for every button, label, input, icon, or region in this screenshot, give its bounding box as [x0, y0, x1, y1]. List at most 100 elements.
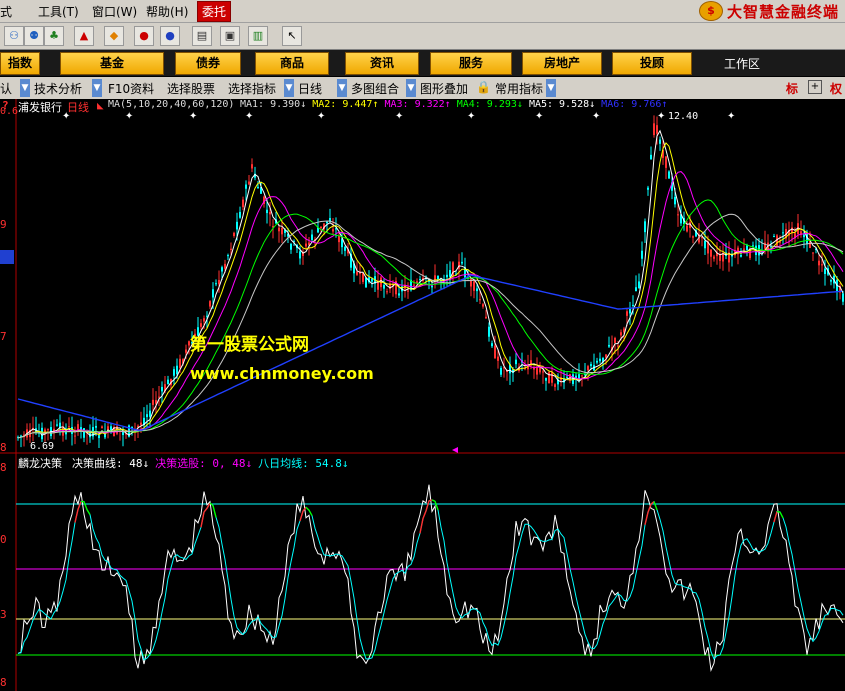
brand: $ 大智慧金融终端	[698, 0, 839, 22]
tech-analysis-item[interactable]: 技术分析	[34, 80, 82, 97]
books-icon[interactable]: ▥	[248, 26, 268, 46]
candle-body	[224, 263, 226, 269]
candle-body	[608, 344, 610, 347]
event-marker: ✦	[535, 111, 543, 122]
f10-item[interactable]: F10资料	[108, 80, 154, 97]
blue-badge-icon[interactable]: ●	[160, 26, 180, 46]
dropdown-arrow-icon[interactable]: ▼	[406, 79, 416, 97]
dropdown-arrow-icon[interactable]: ▼	[337, 79, 347, 97]
candle-body	[338, 235, 340, 243]
candle-body	[74, 435, 76, 437]
candle-body	[677, 214, 679, 216]
grid-toggle-icon[interactable]: +	[808, 80, 822, 94]
dropdown-arrow-icon[interactable]: ▼	[20, 79, 30, 97]
candle-body	[635, 287, 637, 292]
menu-style[interactable]: 式	[0, 3, 12, 20]
multi-chart-item[interactable]: 多图组合	[351, 80, 399, 97]
common-indicator-item[interactable]: 常用指标	[495, 80, 543, 97]
menu-window[interactable]: 窗口(W)	[92, 3, 137, 20]
workspace-label[interactable]: 工作区	[724, 55, 760, 72]
mark-button[interactable]: 标	[786, 80, 798, 97]
round-badge-icon[interactable]: ●	[134, 26, 154, 46]
nav-bond-button[interactable]: 债券	[175, 52, 241, 75]
confirm-item[interactable]: 认	[0, 80, 12, 97]
candle-body	[488, 326, 490, 337]
watermark-title: 第一股票公式网	[190, 335, 309, 355]
people-icon[interactable]: ⚇	[4, 26, 24, 46]
price-marker	[0, 250, 14, 264]
nav-realestate-button[interactable]: 房地产	[522, 52, 602, 75]
candle-body	[821, 264, 823, 266]
candle-body	[176, 365, 178, 375]
nav-news-button[interactable]: 资讯	[345, 52, 419, 75]
candle-body	[629, 308, 631, 314]
candle-body	[620, 332, 622, 336]
candle-body	[632, 304, 634, 306]
candle-body	[713, 256, 715, 259]
select-indicator-item[interactable]: 选择指标	[228, 80, 276, 97]
candle-body	[383, 285, 385, 289]
candle-body	[665, 156, 667, 168]
dropdown-arrow-icon[interactable]: ▼	[284, 79, 294, 97]
candle-body	[446, 274, 448, 278]
chart-area[interactable]: ✦ ✦ ✦ ✦ ✦ ✦ ✦ ✦ ✦ ✦ ✦	[0, 99, 845, 691]
candle-body	[149, 410, 151, 417]
candle-body	[47, 429, 49, 431]
up-arrow-icon[interactable]: ▲	[74, 26, 94, 46]
indicator-name: 麟龙决策	[18, 457, 62, 470]
candle-body	[320, 226, 322, 229]
candle-body	[656, 125, 658, 134]
candle-body	[311, 234, 313, 240]
candle-body	[95, 425, 97, 428]
nav-commodity-button[interactable]: 商品	[255, 52, 329, 75]
candle-body	[437, 275, 439, 280]
candle-body	[626, 311, 628, 316]
menu-help[interactable]: 帮助(H)	[146, 3, 188, 20]
candle-body	[596, 360, 598, 363]
nav-advisor-button[interactable]: 投顾	[612, 52, 692, 75]
dropdown-arrow-icon[interactable]: ▼	[92, 79, 102, 97]
ma-values: MA1: 9.390↓ MA2: 9.447↑ MA3: 9.322↑ MA4: 9.…	[240, 99, 673, 110]
candle-body	[617, 345, 619, 347]
period-daily-item[interactable]: 日线	[298, 80, 322, 97]
nav-fund-button[interactable]: 基金	[60, 52, 164, 75]
candle-body	[218, 280, 220, 285]
indicator-axis-tick: 3	[0, 608, 7, 621]
menu-order[interactable]: 委托	[197, 1, 232, 22]
candle-body	[842, 293, 844, 302]
candle-body	[647, 187, 649, 190]
candle-body	[641, 250, 643, 259]
nav-index-button[interactable]: 指数	[0, 52, 40, 75]
rights-button[interactable]: 权	[830, 80, 842, 97]
menu-tools[interactable]: 工具(T)	[38, 3, 79, 20]
candle-body	[257, 186, 259, 188]
diamond-icon[interactable]: ◆	[104, 26, 124, 46]
event-marker: ✦	[467, 111, 475, 122]
candle-body	[236, 221, 238, 230]
candle-body	[407, 290, 409, 292]
people-green-icon[interactable]: ♣	[44, 26, 64, 46]
menu-bar: 式 工具(T) 窗口(W) 帮助(H) 委托 $ 大智慧金融终端	[0, 0, 845, 23]
brand-logo-icon: $	[698, 1, 723, 21]
overlay-item[interactable]: 图形叠加	[420, 80, 468, 97]
period-label: 日线	[67, 101, 89, 114]
candle-body	[710, 249, 712, 257]
candle-body	[185, 349, 187, 353]
indicator-value-2: 决策选股: 0, 48↓	[155, 457, 253, 470]
candle-body	[644, 221, 646, 233]
lock-icon[interactable]: 🔒	[476, 80, 491, 94]
candle-body	[650, 154, 652, 160]
candle-body	[638, 281, 640, 288]
candle-body	[227, 255, 229, 257]
candle-body	[704, 240, 706, 249]
people-group-icon[interactable]: ⚉	[24, 26, 44, 46]
event-marker: ✦	[317, 111, 325, 122]
document-icon[interactable]: ▤	[192, 26, 212, 46]
red-flag-icon: ◣	[97, 99, 104, 112]
help-pointer-icon[interactable]: ↖	[282, 26, 302, 46]
nav-service-button[interactable]: 服务	[430, 52, 512, 75]
window-icon[interactable]: ▣	[220, 26, 240, 46]
select-stock-item[interactable]: 选择股票	[167, 80, 215, 97]
price-axis-tick: 8	[0, 441, 7, 454]
dropdown-arrow-icon[interactable]: ▼	[546, 79, 556, 97]
